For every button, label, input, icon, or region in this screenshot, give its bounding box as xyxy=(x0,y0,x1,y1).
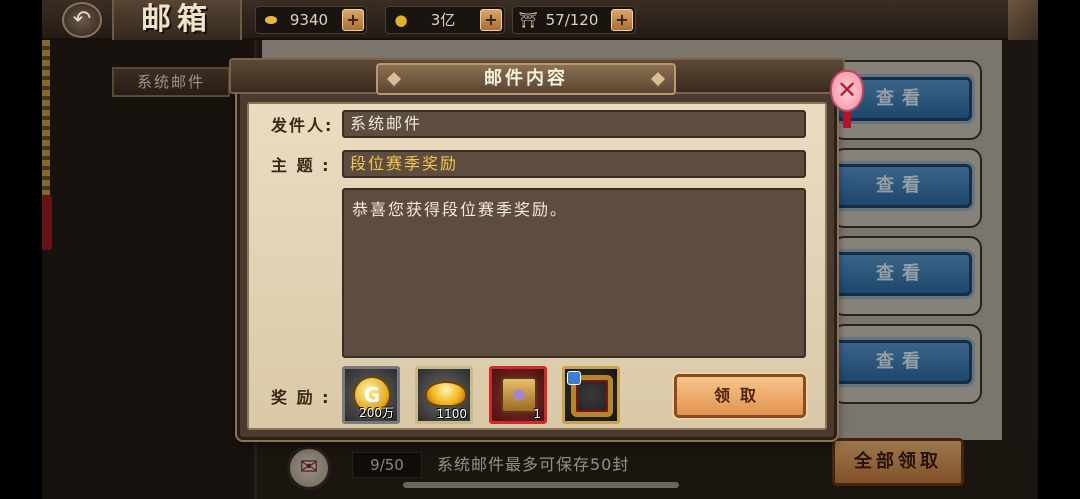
add-gold-ingot-button[interactable]: + xyxy=(342,9,364,31)
reward-gold-ingot[interactable]: 1100 xyxy=(415,366,473,424)
coin-value: 3亿 xyxy=(430,11,456,29)
mail-detail-modal: 邮件内容 发件人: 系统邮件 主 题 : 段位赛季奖励 恭喜您获得段位赛季奖励。… xyxy=(229,58,864,450)
modal-header: 邮件内容 xyxy=(229,58,845,95)
close-icon[interactable]: ✕ xyxy=(830,70,864,112)
close-tassel-decoration xyxy=(843,112,851,128)
stamina-value: 57/120 xyxy=(545,11,599,29)
rewards-label: 奖 励 : xyxy=(271,388,331,407)
modal-title-plate: 邮件内容 xyxy=(376,63,676,95)
chest-icon xyxy=(501,377,537,413)
subject-field: 段位赛季奖励 xyxy=(342,150,806,178)
corner-ornament xyxy=(1008,0,1038,40)
diamond-ornament-icon xyxy=(649,70,667,88)
stamina-icon: ⛩ xyxy=(518,11,538,29)
back-arrow-icon[interactable]: ↶ xyxy=(62,2,102,38)
reward-qty: 1100 xyxy=(436,407,467,421)
home-indicator[interactable] xyxy=(403,482,679,488)
reward-coin[interactable]: G 200万 xyxy=(342,366,400,424)
modal-title: 邮件内容 xyxy=(484,68,568,89)
diamond-ornament-icon xyxy=(385,70,403,88)
gold-ingot-icon: ⬬ xyxy=(264,11,278,29)
reward-qty: 1 xyxy=(533,407,541,421)
frame-tag-icon xyxy=(567,371,581,385)
claim-button[interactable]: 领取 xyxy=(674,374,806,418)
mail-content: 恭喜您获得段位赛季奖励。 xyxy=(342,188,806,358)
coin-resource: ● 3亿 + xyxy=(385,6,505,34)
add-coin-button[interactable]: + xyxy=(480,9,502,31)
gold-ingot-resource: ⬬ 9340 + xyxy=(255,6,367,34)
modal-body: 发件人: 系统邮件 主 题 : 段位赛季奖励 恭喜您获得段位赛季奖励。 奖 励 … xyxy=(247,102,827,430)
top-bar: ↶ 邮箱 ⬬ 9340 + ● 3亿 + ⛩ 57/120 + xyxy=(42,0,1038,40)
sender-label: 发件人: xyxy=(271,116,334,135)
add-stamina-button[interactable]: + xyxy=(611,9,633,31)
page-title: 邮箱 xyxy=(112,0,242,40)
gold-ingot-value: 9340 xyxy=(289,11,329,29)
reward-qty: 200万 xyxy=(359,406,394,420)
gold-ingot-icon xyxy=(425,381,467,407)
mail-screen: ↶ 邮箱 ⬬ 9340 + ● 3亿 + ⛩ 57/120 + 系统邮件 查看 … xyxy=(42,0,1038,499)
reward-treasure-chest[interactable]: 1 xyxy=(489,366,547,424)
coin-icon: ● xyxy=(394,11,408,29)
stamina-resource: ⛩ 57/120 + xyxy=(512,6,636,34)
sender-field: 系统邮件 xyxy=(342,110,806,138)
subject-label: 主 题 : xyxy=(271,156,331,175)
reward-avatar-frame[interactable] xyxy=(562,366,620,424)
